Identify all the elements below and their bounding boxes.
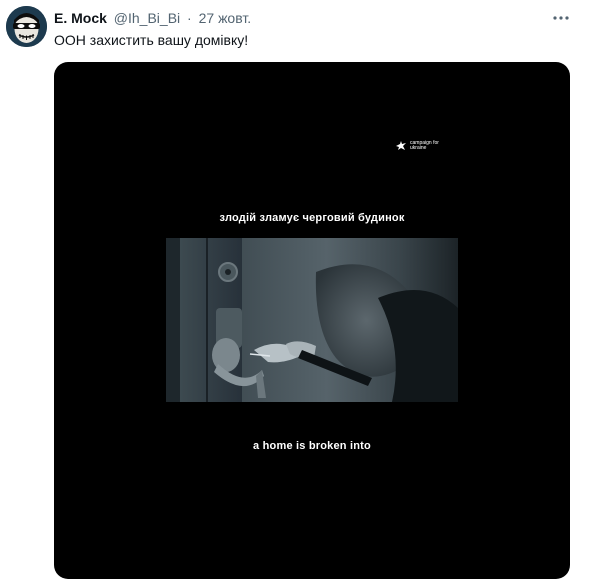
campaign-logo-text: campaign for ukraine <box>410 140 439 151</box>
more-options-button[interactable] <box>551 9 571 27</box>
video-caption-ukrainian: злодій зламує черговий будинок <box>219 212 405 224</box>
campaign-logo: campaign for ukraine <box>395 140 446 152</box>
author-name[interactable]: E. Mock <box>54 10 107 26</box>
separator-dot: · <box>187 10 192 26</box>
masked-face-avatar-icon <box>6 6 47 47</box>
video-caption-english: a home is broken into <box>253 440 371 452</box>
door-lock-scene-image <box>166 238 458 402</box>
campaign-dove-icon <box>396 141 406 150</box>
more-horizontal-icon <box>553 16 569 20</box>
tweet-header: E. Mock @Ih_Bi_Bi · 27 жовт. <box>54 9 251 27</box>
author-handle[interactable]: @Ih_Bi_Bi <box>114 10 180 26</box>
author-avatar[interactable] <box>6 6 47 47</box>
tweet-date[interactable]: 27 жовт. <box>199 10 252 26</box>
video-frame-door-lock <box>166 238 458 402</box>
tweet-page: E. Mock @Ih_Bi_Bi · 27 жовт. ООН захисти… <box>0 0 589 587</box>
tweet-text: ООН захистить вашу домівку! <box>54 32 249 48</box>
tweet-video[interactable]: campaign for ukraine злодій зламує черго… <box>54 62 570 579</box>
